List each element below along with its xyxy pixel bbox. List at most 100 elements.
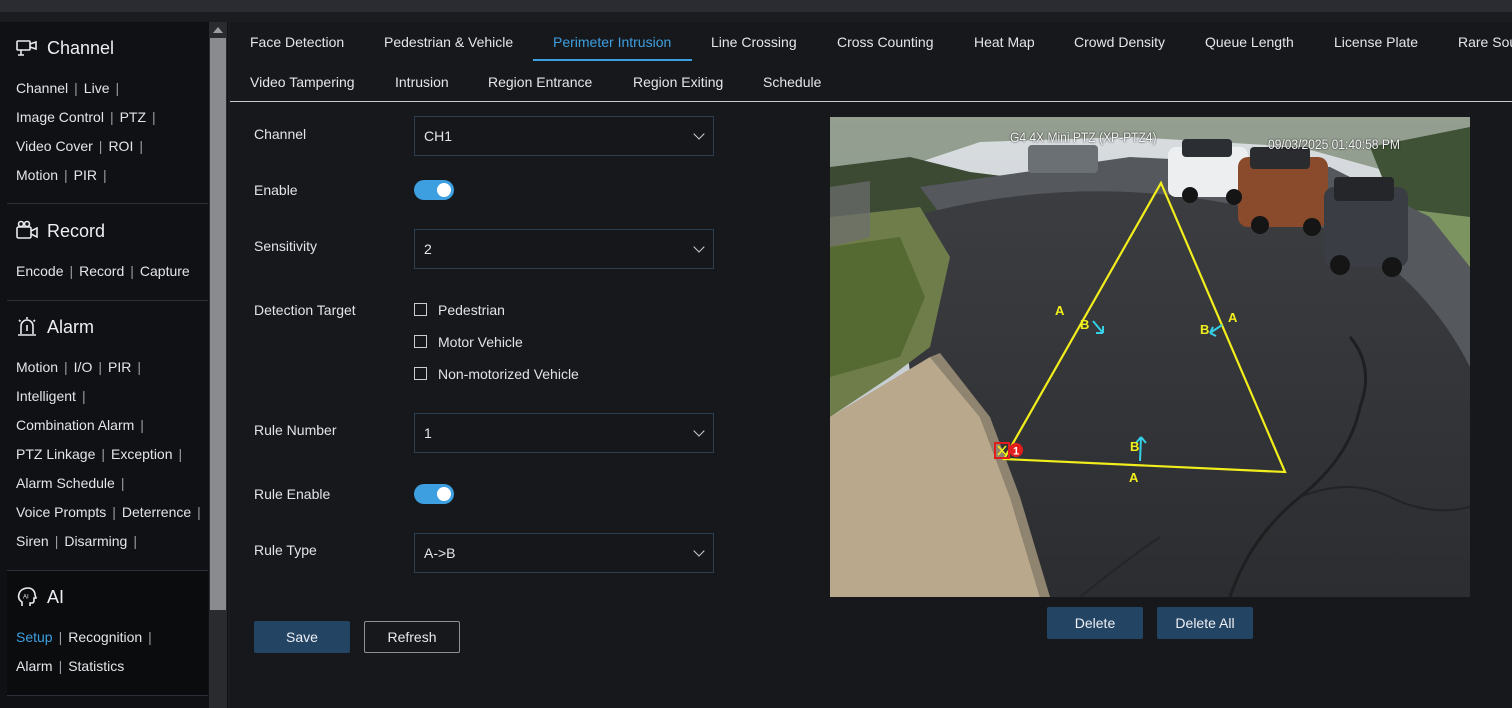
sidebar-section-header[interactable]: Alarm bbox=[15, 315, 94, 339]
tab-license-plate[interactable]: License Plate bbox=[1334, 34, 1418, 50]
pedestrian-label: Pedestrian bbox=[438, 302, 505, 318]
chevron-down-icon bbox=[693, 545, 705, 557]
sidebar-link-siren[interactable]: Siren bbox=[16, 533, 49, 549]
link-separator: | bbox=[152, 109, 156, 125]
sidebar-link-capture[interactable]: Capture bbox=[140, 263, 190, 279]
video-preview[interactable]: 1 A B B A B A G4 4X Mini PTZ (XP-PTZ4) 0… bbox=[830, 117, 1470, 597]
sidebar-link-row: Setup | Recognition | bbox=[16, 623, 158, 652]
sidebar-section-title: Alarm bbox=[47, 316, 95, 337]
channel-select[interactable]: CH1 bbox=[414, 116, 714, 156]
tab-heat-map[interactable]: Heat Map bbox=[974, 34, 1035, 50]
sidebar-link-combination-alarm[interactable]: Combination Alarm bbox=[16, 417, 134, 433]
sidebar-link-encode[interactable]: Encode bbox=[16, 263, 63, 279]
tab-rare-sou[interactable]: Rare Sou bbox=[1458, 34, 1512, 50]
sidebar-link-ptz[interactable]: PTZ bbox=[120, 109, 146, 125]
sidebar-link-image-control[interactable]: Image Control bbox=[16, 109, 104, 125]
scroll-up-arrow-icon[interactable] bbox=[213, 27, 223, 33]
sidebar-link-row: Channel | Live | bbox=[16, 74, 162, 103]
sidebar-link-i-o[interactable]: I/O bbox=[74, 359, 93, 375]
sidebar-link-deterrence[interactable]: Deterrence bbox=[122, 504, 191, 520]
sidebar-link-exception[interactable]: Exception bbox=[111, 446, 172, 462]
refresh-button[interactable]: Refresh bbox=[364, 621, 460, 653]
sidebar-section-title: Record bbox=[47, 220, 106, 241]
sidebar-link-alarm[interactable]: Alarm bbox=[16, 658, 53, 674]
sensitivity-select[interactable]: 2 bbox=[414, 229, 714, 269]
scrollbar-thumb[interactable] bbox=[210, 38, 226, 610]
rule-type-label: Rule Type bbox=[254, 542, 317, 558]
link-separator: | bbox=[130, 263, 134, 279]
rule-type-select-value: A->B bbox=[424, 545, 456, 561]
sidebar-link-voice-prompts[interactable]: Voice Prompts bbox=[16, 504, 106, 520]
tab-region-exiting[interactable]: Region Exiting bbox=[633, 74, 723, 90]
sidebar-link-row: Combination Alarm | bbox=[16, 411, 207, 440]
toggle-knob bbox=[437, 183, 451, 197]
motor-vehicle-checkbox[interactable] bbox=[414, 335, 427, 348]
channel-label: Channel bbox=[254, 126, 307, 142]
link-separator: | bbox=[103, 167, 107, 183]
link-separator: | bbox=[54, 533, 59, 549]
tab-crowd-density[interactable]: Crowd Density bbox=[1074, 34, 1165, 50]
sidebar-link-motion[interactable]: Motion bbox=[16, 167, 58, 183]
function-tabs: Face Detection Pedestrian & Vehicle Perime… bbox=[230, 22, 1512, 102]
sidebar-link-live[interactable]: Live bbox=[84, 80, 110, 96]
rule-enable-label: Rule Enable bbox=[254, 486, 331, 502]
link-separator: | bbox=[64, 359, 68, 375]
tab-cross-counting[interactable]: Cross Counting bbox=[837, 34, 934, 50]
sidebar-link-roi[interactable]: ROI bbox=[108, 138, 133, 154]
non-motorized-vehicle-checkbox[interactable] bbox=[414, 367, 427, 380]
sidebar: Channel Channel | Live | Image Control | PTZ | Vi… bbox=[0, 22, 228, 708]
sidebar-link-recognition[interactable]: Recognition bbox=[68, 629, 142, 645]
tab-pedestrian-vehicle[interactable]: Pedestrian & Vehicle bbox=[384, 34, 513, 50]
rule-enable-toggle[interactable] bbox=[414, 484, 454, 504]
sidebar-link-record[interactable]: Record bbox=[79, 263, 124, 279]
sidebar-section-header[interactable]: Channel bbox=[15, 36, 114, 60]
sidebar-links: Setup | Recognition | Alarm | Statistics bbox=[16, 623, 158, 681]
rule-number-label: Rule Number bbox=[254, 422, 337, 438]
sidebar-scrollbar[interactable] bbox=[209, 22, 227, 708]
tab-region-entrance[interactable]: Region Entrance bbox=[488, 74, 592, 90]
sidebar-link-pir[interactable]: PIR bbox=[74, 167, 97, 183]
sidebar-link-setup[interactable]: Setup bbox=[16, 629, 53, 645]
rule-type-select[interactable]: A->B bbox=[414, 533, 714, 573]
motor-vehicle-label: Motor Vehicle bbox=[438, 334, 523, 350]
sidebar-section-channel: Channel Channel | Live | Image Control | PTZ | Vi… bbox=[7, 22, 208, 204]
rule-number-select-value: 1 bbox=[424, 425, 432, 441]
save-button[interactable]: Save bbox=[254, 621, 350, 653]
link-separator: | bbox=[101, 446, 106, 462]
link-separator: | bbox=[139, 138, 143, 154]
enable-toggle[interactable] bbox=[414, 180, 454, 200]
delete-all-button[interactable]: Delete All bbox=[1157, 607, 1253, 639]
sidebar-link-motion[interactable]: Motion bbox=[16, 359, 58, 375]
tab-face-detection[interactable]: Face Detection bbox=[250, 34, 344, 50]
tab-intrusion[interactable]: Intrusion bbox=[395, 74, 449, 90]
timestamp-osd: 09/03/2025 01:40:58 PM bbox=[1268, 136, 1400, 152]
sidebar-link-disarming[interactable]: Disarming bbox=[64, 533, 127, 549]
tab-schedule[interactable]: Schedule bbox=[763, 74, 821, 90]
sidebar-link-channel[interactable]: Channel bbox=[16, 80, 68, 96]
tab-perimeter-intrusion[interactable]: Perimeter Intrusion bbox=[553, 34, 671, 50]
side-label-a: A bbox=[1129, 470, 1139, 485]
sidebar-link-row: Alarm | Statistics bbox=[16, 652, 158, 681]
channel-select-value: CH1 bbox=[424, 128, 453, 144]
sidebar-link-statistics[interactable]: Statistics bbox=[68, 658, 124, 674]
camera-title-osd: G4 4X Mini PTZ (XP-PTZ4) bbox=[1010, 129, 1157, 145]
sidebar-link-alarm-schedule[interactable]: Alarm Schedule bbox=[16, 475, 115, 491]
sidebar-link-ptz-linkage[interactable]: PTZ Linkage bbox=[16, 446, 95, 462]
tab-line-crossing[interactable]: Line Crossing bbox=[711, 34, 797, 50]
non-motorized-vehicle-label: Non-motorized Vehicle bbox=[438, 366, 579, 382]
tab-video-tampering[interactable]: Video Tampering bbox=[250, 74, 355, 90]
sidebar-link-video-cover[interactable]: Video Cover bbox=[16, 138, 93, 154]
pedestrian-checkbox[interactable] bbox=[414, 303, 427, 316]
link-separator: | bbox=[148, 629, 152, 645]
delete-button[interactable]: Delete bbox=[1047, 607, 1143, 639]
svg-text:AI: AI bbox=[23, 595, 29, 601]
tab-queue-length[interactable]: Queue Length bbox=[1205, 34, 1294, 50]
link-separator: | bbox=[98, 138, 103, 154]
sidebar-link-intelligent[interactable]: Intelligent bbox=[16, 388, 76, 404]
rule-number-select[interactable]: 1 bbox=[414, 413, 714, 453]
sidebar-section-header[interactable]: AI AI bbox=[15, 585, 64, 609]
enable-label: Enable bbox=[254, 182, 298, 198]
sidebar-link-pir[interactable]: PIR bbox=[108, 359, 131, 375]
sidebar-section-header[interactable]: Record bbox=[15, 219, 105, 243]
detection-target-label: Detection Target bbox=[254, 302, 356, 318]
